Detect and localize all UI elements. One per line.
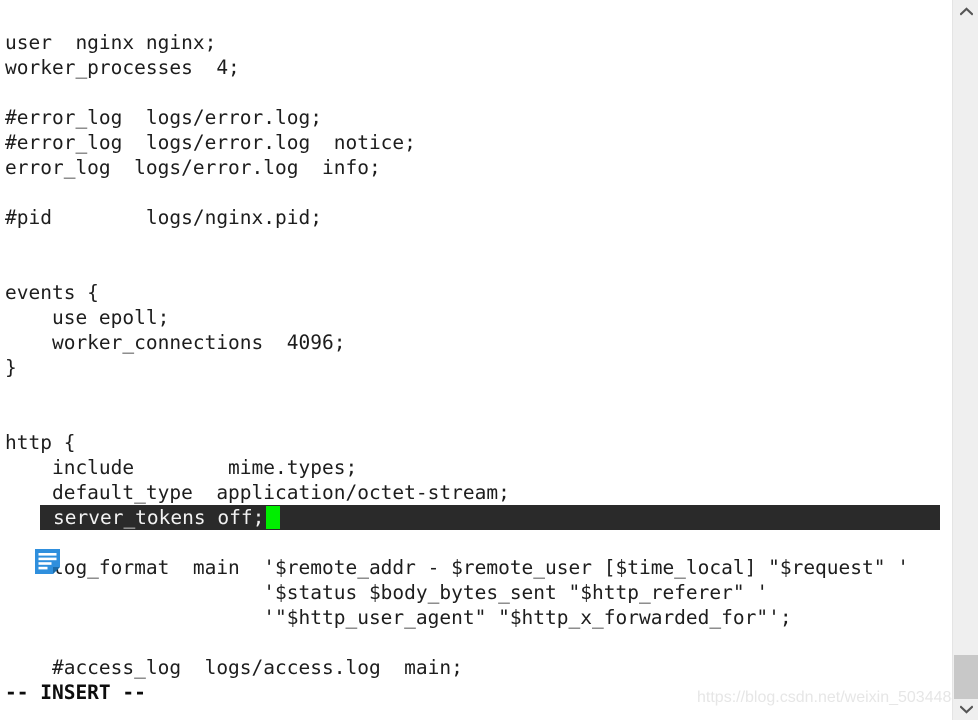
current-line-text[interactable]: server_tokens off; bbox=[53, 505, 264, 530]
code-line[interactable]: default_type application/octet-stream; bbox=[5, 480, 510, 505]
code-line[interactable]: worker_connections 4096; bbox=[5, 330, 346, 355]
code-line[interactable]: #error_log logs/error.log notice; bbox=[5, 130, 416, 155]
scrollbar-thumb[interactable] bbox=[954, 655, 978, 699]
chevron-up-icon[interactable] bbox=[953, 0, 978, 22]
vim-editor-window: user nginx nginx; worker_processes 4; #err… bbox=[0, 0, 978, 720]
watermark-text: https://blog.csdn.net/weixin_50344843 bbox=[697, 689, 952, 706]
code-line[interactable]: '$status $body_bytes_sent "$http_referer… bbox=[5, 580, 768, 605]
chevron-down-icon[interactable] bbox=[953, 698, 978, 720]
code-line[interactable]: #error_log logs/error.log; bbox=[5, 105, 322, 130]
code-line[interactable]: } bbox=[5, 355, 17, 380]
code-line[interactable]: use epoll; bbox=[5, 305, 169, 330]
vim-mode-status: -- INSERT -- bbox=[5, 681, 146, 704]
code-line[interactable]: worker_processes 4; bbox=[5, 55, 240, 80]
code-line[interactable]: include mime.types; bbox=[5, 455, 357, 480]
vertical-scrollbar[interactable] bbox=[952, 0, 978, 720]
text-cursor bbox=[266, 506, 280, 529]
code-line[interactable]: '"$http_user_agent" "$http_x_forwarded_f… bbox=[5, 605, 791, 630]
code-line[interactable]: user nginx nginx; bbox=[5, 30, 216, 55]
code-line[interactable]: log_format main '$remote_addr - $remote_… bbox=[5, 555, 909, 580]
code-line[interactable]: #access_log logs/access.log main; bbox=[5, 655, 463, 680]
code-line[interactable]: events { bbox=[5, 280, 99, 305]
code-line[interactable]: http { bbox=[5, 430, 75, 455]
code-line[interactable]: error_log logs/error.log info; bbox=[5, 155, 381, 180]
document-lines-icon[interactable] bbox=[35, 549, 60, 574]
code-line[interactable]: #pid logs/nginx.pid; bbox=[5, 205, 322, 230]
editor-text-area[interactable]: user nginx nginx; worker_processes 4; #err… bbox=[0, 0, 952, 720]
